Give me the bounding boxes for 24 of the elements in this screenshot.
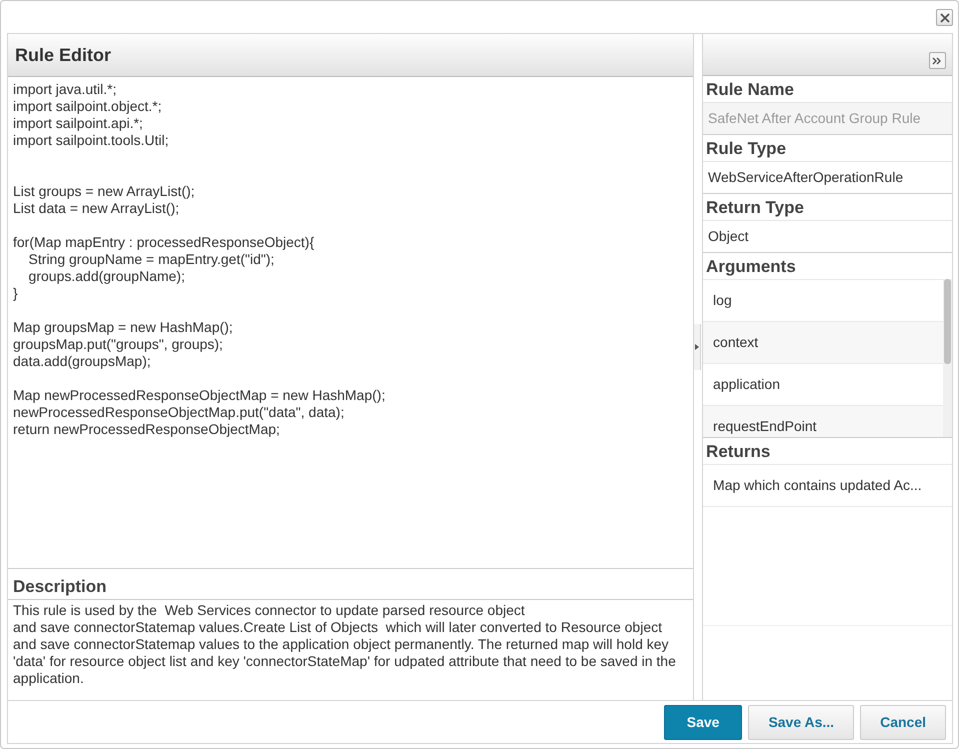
scrollbar[interactable] xyxy=(942,279,952,437)
field-value: Object xyxy=(703,220,952,253)
field-value: WebServiceAfterOperationRule xyxy=(703,161,952,194)
close-button[interactable] xyxy=(936,9,953,26)
section-title: Return Type xyxy=(705,197,805,219)
double-chevron-icon xyxy=(932,56,942,64)
dialog-button[interactable]: Cancel xyxy=(860,704,946,740)
dialog-button[interactable]: Save As... xyxy=(748,704,854,740)
code-editor[interactable]: import java.util.*; import sailpoint.object.*; import sailpoint.api.*; import sailpoint.tools.Util; List groups = new ArrayList(); List data = new ArrayList(); for(Map mapEntry : processedResponseObject){ String groupName = mapEntry.get("id"); groups.add(groupName); } Map groupsMap = new HashMap(); groupsMap.put("groups", groups); data.add(groupsMap); Map newProcessedResponseObjectMap = new HashMap(); newProcessedResponseObjectMap.put("data", data); return newProcessedResponseObjectMap; xyxy=(8,77,694,568)
panel-title: Rule Editor xyxy=(15,44,112,66)
splitter-handle[interactable] xyxy=(694,324,702,370)
collapse-button[interactable] xyxy=(928,52,946,69)
section-title: Rule Type xyxy=(705,138,788,160)
list-item[interactable]: Map which contains updated Ac... xyxy=(703,464,952,506)
description-title: Description xyxy=(8,568,694,600)
section-title: Arguments xyxy=(705,256,797,278)
field-value: SafeNet After Account Group Rule xyxy=(703,102,952,135)
description-text: This rule is used by the Web Services connector to update parsed resource object and save connectorStatemap values.Create List of Objects which will later converted to Resource object and save connectorStatemap values to the application object permanently. The returned map will hold key 'data' for resource object list and key 'connectorStateMap' for udpated attribute that need to be saved in the application. xyxy=(12,601,677,688)
section-title: Returns xyxy=(705,441,772,463)
section-title: Rule Name xyxy=(705,79,795,101)
close-icon xyxy=(940,12,950,22)
dialog-button[interactable]: Save xyxy=(664,704,742,740)
list-item[interactable]: requestEndPoint xyxy=(703,405,943,437)
list-item[interactable]: context xyxy=(703,321,943,363)
